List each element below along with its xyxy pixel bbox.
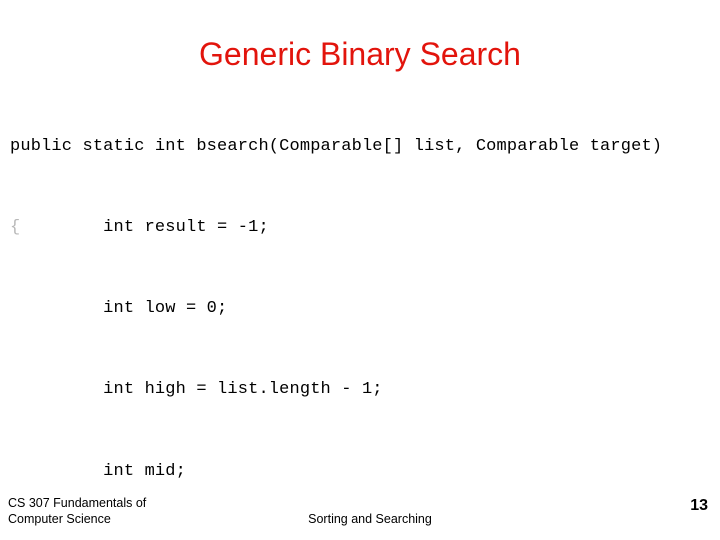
open-brace: { xyxy=(10,218,21,238)
code-line: int high = list.length - 1; xyxy=(10,380,716,400)
slide-canvas: Generic Binary Search public static int … xyxy=(0,0,720,540)
footer-page-number: 13 xyxy=(690,497,708,514)
code-line-text: public static int bsearch(Comparable[] l… xyxy=(10,136,663,156)
footer-course-label: CS 307 Fundamentals of Computer Science xyxy=(8,496,147,526)
code-line-text: int low = 0; xyxy=(10,299,228,319)
code-line: public static int bsearch(Comparable[] l… xyxy=(10,137,716,157)
code-line-text: int high = list.length - 1; xyxy=(10,380,383,400)
footer-topic-label: Sorting and Searching xyxy=(308,512,432,526)
page-title: Generic Binary Search xyxy=(199,36,521,73)
code-line: { int result = -1; xyxy=(10,218,716,238)
code-line-text: int mid; xyxy=(10,461,186,481)
code-block: public static int bsearch(Comparable[] l… xyxy=(10,76,716,540)
code-line-text: int result = -1; xyxy=(20,218,269,238)
code-line: int mid; xyxy=(10,462,716,482)
code-line: int low = 0; xyxy=(10,299,716,319)
